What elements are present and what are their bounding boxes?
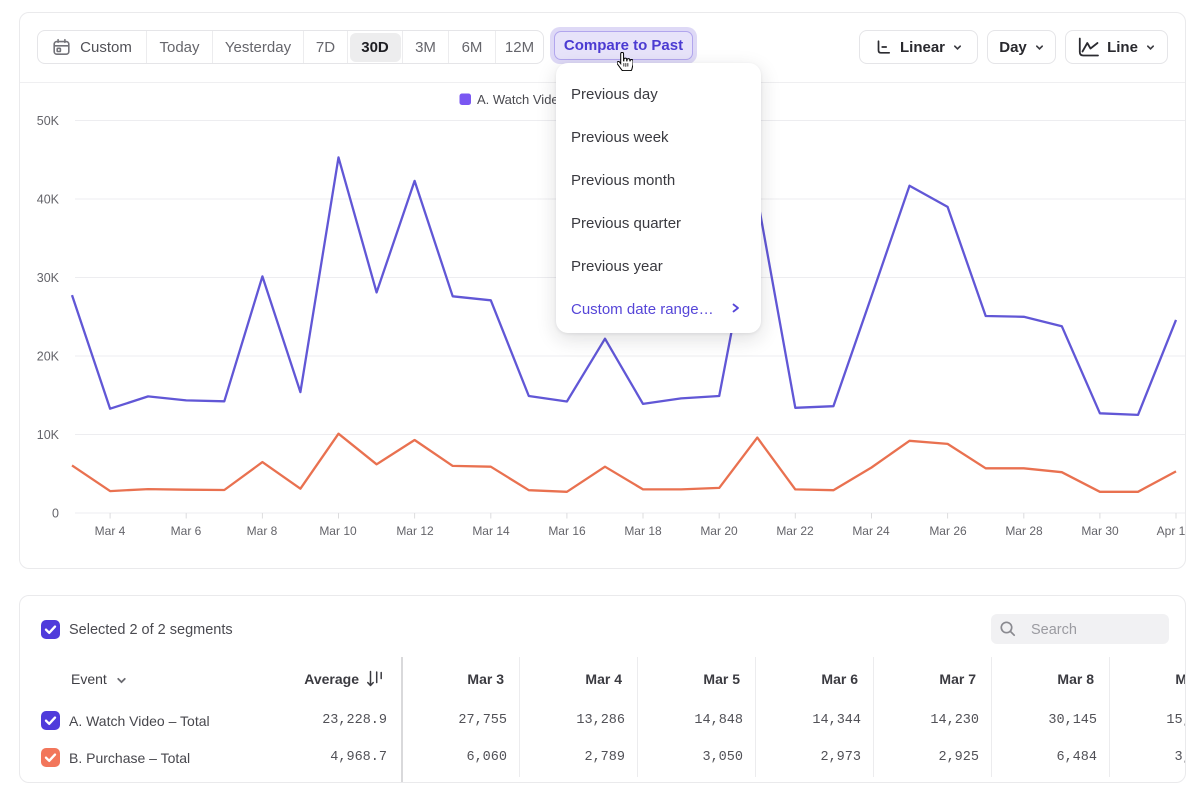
svg-text:10K: 10K [37, 428, 60, 442]
svg-text:Mar 10: Mar 10 [319, 524, 357, 538]
svg-text:Mar 6: Mar 6 [171, 524, 202, 538]
svg-text:20K: 20K [37, 350, 60, 364]
svg-text:Mar 14: Mar 14 [472, 524, 510, 538]
svg-text:Mar 26: Mar 26 [929, 524, 967, 538]
svg-text:Mar 18: Mar 18 [624, 524, 662, 538]
svg-text:0: 0 [52, 507, 59, 521]
svg-text:Mar 12: Mar 12 [396, 524, 434, 538]
svg-text:Apr 1: Apr 1 [1157, 524, 1185, 538]
svg-text:Mar 28: Mar 28 [1005, 524, 1043, 538]
svg-text:30K: 30K [37, 271, 60, 285]
svg-text:Mar 4: Mar 4 [95, 524, 126, 538]
svg-text:Mar 8: Mar 8 [247, 524, 278, 538]
svg-text:Mar 22: Mar 22 [776, 524, 814, 538]
svg-text:Mar 24: Mar 24 [852, 524, 890, 538]
svg-text:Mar 20: Mar 20 [700, 524, 738, 538]
svg-text:50K: 50K [37, 114, 60, 128]
svg-text:Mar 16: Mar 16 [548, 524, 586, 538]
svg-text:Mar 30: Mar 30 [1081, 524, 1119, 538]
svg-text:40K: 40K [37, 193, 60, 207]
